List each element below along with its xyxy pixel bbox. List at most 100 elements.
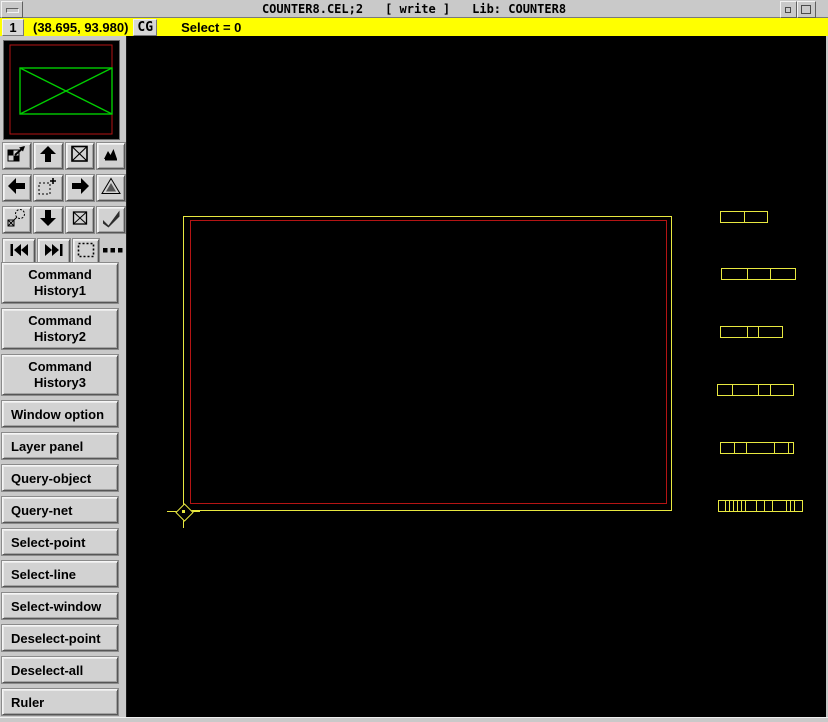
measure-button[interactable] <box>3 207 31 233</box>
window-title: COUNTER8.CEL;2 [ write ] Lib: COUNTER8 <box>0 0 828 17</box>
pan-up-button[interactable] <box>34 143 62 169</box>
minimize-button[interactable] <box>780 1 797 18</box>
measure-icon <box>6 208 28 233</box>
sidebar-button-layer-panel[interactable]: Layer panel <box>2 433 118 459</box>
pin-bar-divider <box>788 443 789 453</box>
toolbar-grid <box>3 143 125 271</box>
zoom-paint-icon <box>6 144 28 169</box>
more-options-button[interactable] <box>102 240 125 264</box>
check-fill-icon <box>100 208 122 233</box>
sidebar-button-list: Command History1 Command History2 Command … <box>2 263 122 721</box>
sidebar-button-deselect-point[interactable]: Deselect-point <box>2 625 118 651</box>
pin-bar <box>718 500 803 512</box>
peaks-button[interactable] <box>97 143 125 169</box>
pin-bar-divider <box>725 501 726 511</box>
pin-bar-divider <box>794 501 795 511</box>
toolbar-row <box>3 239 125 265</box>
pin-bar-divider <box>732 385 733 395</box>
pin-bar-divider <box>770 269 771 279</box>
title-write-mode: [ write ] <box>385 2 450 16</box>
pin-bar-divider <box>758 385 759 395</box>
sidebar-button-command-history3[interactable]: Command History3 <box>2 355 118 395</box>
pan-right-button[interactable] <box>66 175 94 201</box>
pin-bar-divider <box>747 327 748 337</box>
sidebar-button-query-net[interactable]: Query-net <box>2 497 118 523</box>
zoom-area-icon <box>37 176 59 201</box>
pin-bar-divider <box>745 501 746 511</box>
pin-bar-divider <box>741 501 742 511</box>
more-dots-icon <box>102 240 124 265</box>
view-number-badge: 1 <box>2 19 24 36</box>
pin-bar-divider <box>747 269 748 279</box>
prev-view-button[interactable] <box>3 239 35 265</box>
pin-bar-divider <box>746 443 747 453</box>
window-frame-bottom <box>0 717 828 722</box>
fit-view-icon <box>69 144 91 169</box>
sidebar-button-query-object[interactable]: Query-object <box>2 465 118 491</box>
sidebar-button-select-point[interactable]: Select-point <box>2 529 118 555</box>
pan-left-icon <box>6 176 28 201</box>
pin-bar-divider <box>729 501 730 511</box>
sidebar: Command History1 Command History2 Command … <box>0 36 127 718</box>
pin-bar-divider <box>737 501 738 511</box>
layout-canvas[interactable] <box>127 36 826 718</box>
pin-bar <box>720 442 794 454</box>
pin-bar <box>720 211 768 223</box>
fit-view-small-button[interactable] <box>66 207 94 233</box>
fit-view-button[interactable] <box>66 143 94 169</box>
select-box-icon <box>75 240 97 265</box>
sidebar-button-window-option[interactable]: Window option <box>2 401 118 427</box>
origin-marker-center <box>182 510 185 513</box>
title-cell-name: COUNTER8.CEL;2 <box>262 2 363 16</box>
pan-down-button[interactable] <box>34 207 62 233</box>
layers-triangle-icon <box>100 176 122 201</box>
sidebar-button-select-line[interactable]: Select-line <box>2 561 118 587</box>
pan-down-icon <box>37 208 59 233</box>
mode-flags-badge: CG <box>133 19 157 36</box>
fit-view-small-icon <box>69 208 91 233</box>
pin-bar-divider <box>774 443 775 453</box>
pin-bar <box>721 268 796 280</box>
selection-count: Select = 0 <box>181 20 241 35</box>
sidebar-button-deselect-all[interactable]: Deselect-all <box>2 657 118 683</box>
next-view-icon <box>43 240 65 265</box>
pan-right-icon <box>69 176 91 201</box>
select-box-button[interactable] <box>73 239 98 265</box>
cell-overview-panel[interactable] <box>3 40 120 140</box>
zoom-area-button[interactable] <box>34 175 62 201</box>
pin-bar-divider <box>733 501 734 511</box>
peaks-icon <box>100 144 122 169</box>
sidebar-button-command-history2[interactable]: Command History2 <box>2 309 118 349</box>
pin-bar-divider <box>758 327 759 337</box>
prev-view-icon <box>8 240 30 265</box>
status-bar: 1 (38.695, 93.980) CG Select = 0 <box>0 18 828 37</box>
pin-bar-divider <box>790 501 791 511</box>
cursor-coordinates: (38.695, 93.980) <box>33 20 128 35</box>
pin-bar-divider <box>786 501 787 511</box>
zoom-paint-button[interactable] <box>3 143 31 169</box>
sidebar-button-ruler[interactable]: Ruler <box>2 689 118 715</box>
toolbar-row <box>3 175 125 201</box>
pan-up-icon <box>37 144 59 169</box>
sidebar-button-command-history1[interactable]: Command History1 <box>2 263 118 303</box>
pin-bar-divider <box>772 501 773 511</box>
layers-triangle-button[interactable] <box>97 175 125 201</box>
title-library: Lib: COUNTER8 <box>472 2 566 16</box>
pin-bar <box>720 326 783 338</box>
pin-bar-divider <box>770 385 771 395</box>
pan-left-button[interactable] <box>3 175 31 201</box>
cell-overview-graphic <box>4 41 119 139</box>
cell-inner-boundary-rect <box>190 220 667 504</box>
pin-bar-divider <box>756 501 757 511</box>
title-bar: COUNTER8.CEL;2 [ write ] Lib: COUNTER8 <box>0 0 828 18</box>
pin-bar-divider <box>764 501 765 511</box>
toolbar-row <box>3 207 125 233</box>
pin-bar-divider <box>744 212 745 222</box>
sidebar-button-select-window[interactable]: Select-window <box>2 593 118 619</box>
next-view-button[interactable] <box>38 239 70 265</box>
toolbar-row <box>3 143 125 169</box>
maximize-button[interactable] <box>797 1 816 18</box>
check-fill-button[interactable] <box>97 207 125 233</box>
pin-bar <box>717 384 794 396</box>
pin-bar-divider <box>734 443 735 453</box>
